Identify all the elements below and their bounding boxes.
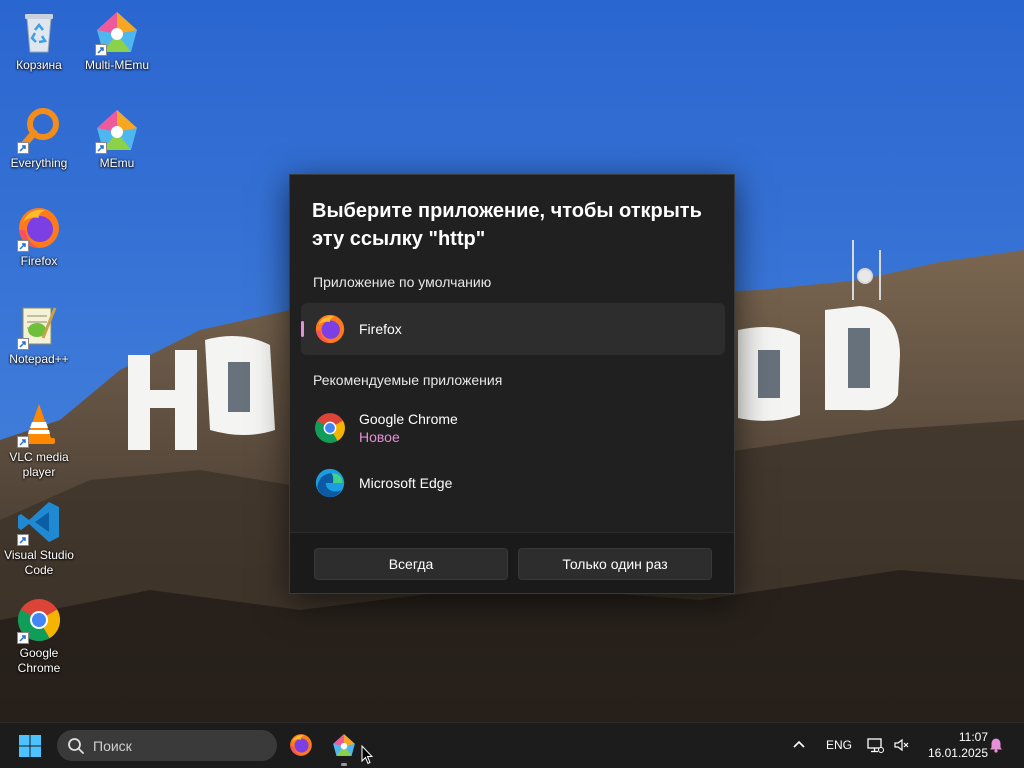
shortcut-arrow-icon: [17, 534, 29, 546]
taskbar-app-memu[interactable]: [331, 732, 357, 758]
new-badge: Новое: [359, 429, 400, 445]
shortcut-arrow-icon: [17, 632, 29, 644]
firefox-icon: [290, 734, 312, 756]
desktop-icon-label: Google Chrome: [17, 646, 61, 675]
chevron-up-icon[interactable]: [792, 738, 806, 752]
everything-icon: [15, 106, 63, 154]
desktop-icon-vscode[interactable]: Visual Studio Code: [0, 498, 78, 578]
shortcut-arrow-icon: [17, 142, 29, 154]
desktop-icon-label: VLC media player: [9, 450, 69, 479]
shortcut-arrow-icon: [95, 142, 107, 154]
running-indicator: [341, 763, 347, 766]
windows-logo-icon: [19, 735, 41, 757]
vlc-icon: [15, 400, 63, 448]
app-option-google-chrome[interactable]: Google Chrome Новое: [301, 402, 725, 454]
volume-muted-icon[interactable]: [893, 737, 909, 753]
chrome-icon: [15, 596, 63, 644]
vscode-icon: [15, 498, 63, 546]
default-app-section-label: Приложение по умолчанию: [313, 274, 492, 290]
app-option-microsoft-edge[interactable]: Microsoft Edge: [301, 457, 725, 509]
desktop-icon-recycle-bin[interactable]: Корзина: [0, 8, 78, 73]
memu-icon: [333, 734, 355, 756]
app-name: Microsoft Edge: [359, 475, 453, 491]
desktop-icon-label: MEmu: [99, 156, 135, 170]
taskbar: Поиск ENG 11:07 16.01.2025: [0, 722, 1024, 768]
shortcut-arrow-icon: [17, 338, 29, 350]
open-with-dialog: Выберите приложение, чтобы открыть эту с…: [289, 174, 735, 594]
always-button[interactable]: Всегда: [314, 548, 508, 580]
search-icon: [68, 737, 84, 754]
clock-time: 11:07: [958, 730, 988, 744]
multi-memu-icon: [93, 8, 141, 56]
desktop-icon-notepad-plus-plus[interactable]: Notepad++: [0, 302, 78, 367]
chrome-icon: [313, 411, 347, 445]
recycle-bin-icon: [15, 8, 63, 56]
desktop-icon-label: Корзина: [16, 58, 62, 72]
memu-icon: [93, 106, 141, 154]
start-button[interactable]: [18, 734, 42, 758]
notepad-plus-plus-icon: [15, 302, 63, 350]
desktop-icon-google-chrome[interactable]: Google Chrome: [0, 596, 78, 676]
desktop-icon-memu[interactable]: MEmu: [78, 106, 156, 171]
desktop-icon-label: Everything: [10, 156, 68, 170]
dialog-title: Выберите приложение, чтобы открыть эту с…: [312, 200, 702, 250]
dialog-footer: Всегда Только один раз: [290, 532, 734, 593]
desktop-icon-label: Firefox: [20, 254, 58, 268]
app-name: Firefox: [359, 321, 402, 337]
clock[interactable]: 11:07 16.01.2025: [918, 729, 988, 761]
taskbar-search[interactable]: Поиск: [57, 730, 277, 761]
taskbar-app-firefox[interactable]: [288, 732, 314, 758]
shortcut-arrow-icon: [17, 240, 29, 252]
desktop-icon-label: Notepad++: [9, 352, 69, 366]
edge-icon: [313, 466, 347, 500]
firefox-icon: [15, 204, 63, 252]
app-name: Google Chrome: [359, 411, 458, 427]
desktop-icon-label: Visual Studio Code: [4, 548, 74, 577]
firefox-icon: [313, 312, 347, 346]
desktop-icon-multi-memu[interactable]: Multi-MEmu: [78, 8, 156, 73]
just-once-button[interactable]: Только один раз: [518, 548, 712, 580]
clock-date: 16.01.2025: [927, 746, 988, 760]
desktop-icon-label: Multi-MEmu: [84, 58, 149, 72]
mouse-cursor-icon: [361, 745, 373, 765]
shortcut-arrow-icon: [17, 436, 29, 448]
recommended-apps-section-label: Рекомендуемые приложения: [313, 372, 503, 388]
desktop-icon-vlc[interactable]: VLC media player: [0, 400, 78, 480]
app-option-firefox[interactable]: Firefox: [301, 303, 725, 355]
desktop-icon-everything[interactable]: Everything: [0, 106, 78, 171]
network-icon[interactable]: [866, 736, 884, 754]
language-indicator[interactable]: ENG: [826, 738, 852, 752]
notification-bell-icon[interactable]: [988, 737, 1004, 753]
selection-indicator: [301, 321, 304, 337]
desktop-icon-firefox[interactable]: Firefox: [0, 204, 78, 269]
search-placeholder: Поиск: [93, 737, 132, 754]
shortcut-arrow-icon: [95, 44, 107, 56]
